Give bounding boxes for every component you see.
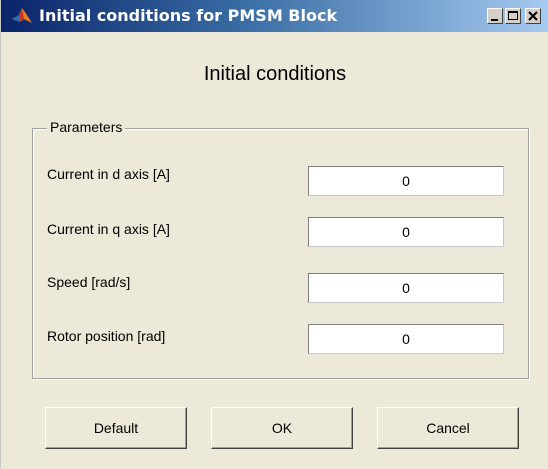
page-title: Initial conditions: [203, 63, 347, 85]
dialog-window: Initial conditions for PMSM Block Initia…: [0, 0, 548, 469]
current-q-axis-label: Current in q axis [A]: [47, 221, 170, 237]
current-d-axis-label: Current in d axis [A]: [47, 166, 170, 182]
title-bar[interactable]: Initial conditions for PMSM Block: [1, 0, 548, 32]
current-d-axis-input[interactable]: [308, 166, 504, 196]
parameters-group-label: Parameters: [47, 119, 126, 136]
minimize-icon: [491, 19, 498, 21]
matlab-logo-icon: [11, 6, 33, 26]
close-button[interactable]: [525, 8, 541, 24]
speed-label: Speed [rad/s]: [47, 274, 131, 290]
speed-input[interactable]: [308, 273, 504, 303]
rotor-position-label: Rotor position [rad]: [47, 328, 166, 344]
rotor-position-input[interactable]: [308, 324, 504, 354]
maximize-button[interactable]: [505, 8, 521, 24]
default-button[interactable]: Default: [45, 407, 187, 449]
cancel-button[interactable]: Cancel: [377, 407, 519, 449]
minimize-button[interactable]: [487, 8, 503, 24]
ok-button[interactable]: OK: [211, 407, 353, 449]
close-icon: [528, 11, 538, 21]
maximize-icon: [508, 11, 518, 20]
current-q-axis-input[interactable]: [308, 217, 504, 247]
window-title: Initial conditions for PMSM Block: [39, 6, 338, 25]
